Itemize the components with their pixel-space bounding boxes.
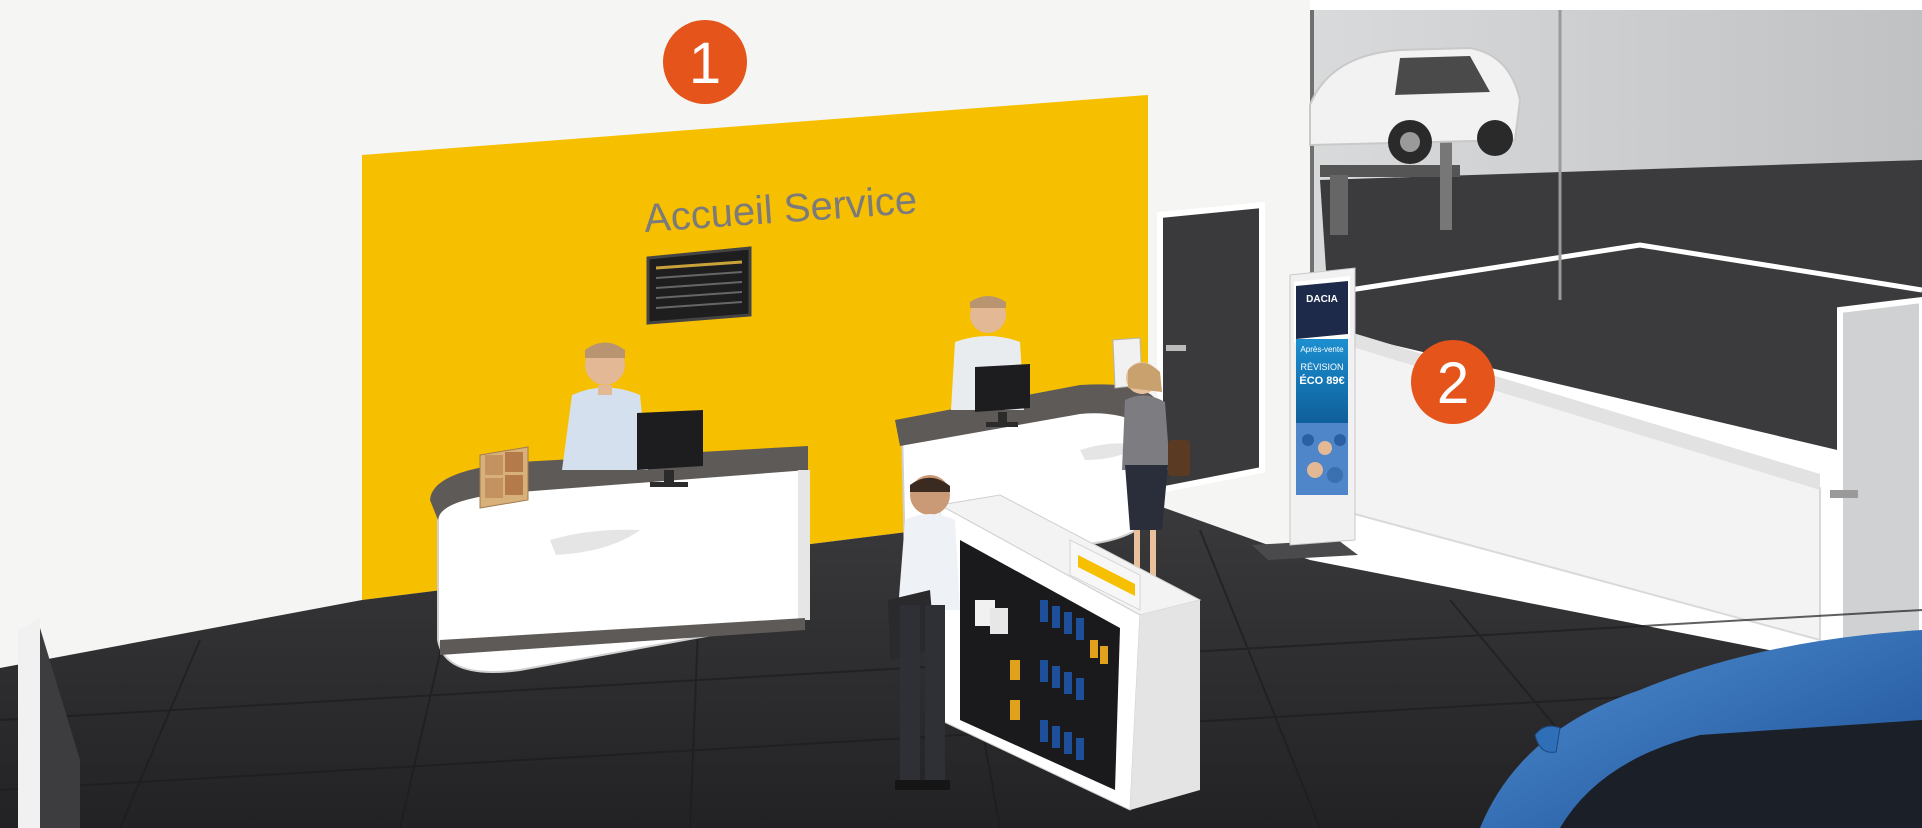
marker-1-label: 1 [689, 31, 721, 96]
wall-info-screen [646, 246, 752, 325]
totem-offer-title: RÉVISION [1300, 362, 1343, 372]
marker-2-label: 2 [1437, 351, 1469, 416]
service-reception-scene: Accueil Service DACIA Après-vente RÉVISI… [0, 0, 1922, 828]
brochure-stand [479, 446, 529, 509]
totem-offer-price: ÉCO 89€ [1299, 374, 1344, 387]
totem-brand: DACIA [1306, 294, 1338, 305]
door-handle-right [1830, 490, 1858, 498]
glass-door [1837, 296, 1922, 654]
totem-section: Après-vente [1300, 345, 1344, 354]
